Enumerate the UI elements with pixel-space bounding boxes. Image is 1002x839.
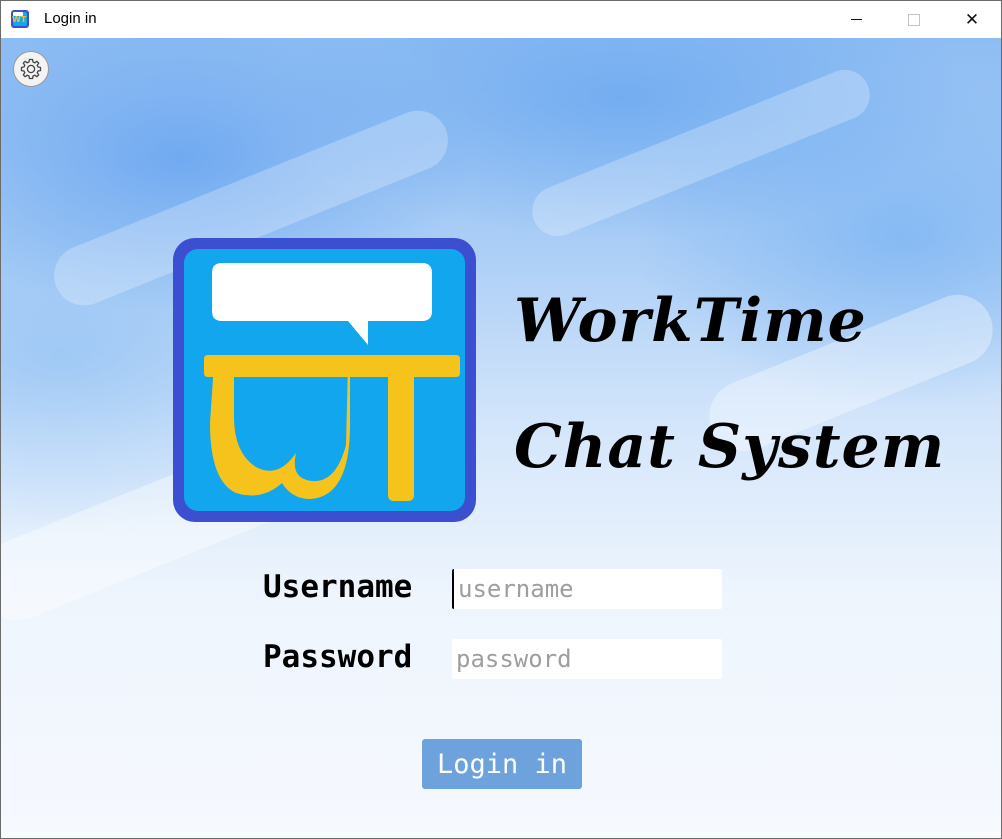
password-label: Password: [263, 639, 413, 675]
maximize-icon: [908, 13, 920, 26]
worktime-logo: [173, 238, 476, 522]
window-title: Login in: [44, 10, 97, 27]
password-input[interactable]: [452, 639, 722, 679]
brand-title-line-2: Chat System: [514, 412, 946, 482]
minimize-button[interactable]: [827, 1, 885, 38]
app-icon: WT: [11, 10, 29, 28]
background-streak: [524, 62, 878, 244]
close-button[interactable]: ✕: [943, 1, 1001, 38]
close-icon: ✕: [964, 9, 980, 30]
title-bar[interactable]: WT Login in ✕: [1, 1, 1001, 38]
maximize-button[interactable]: [885, 1, 943, 38]
gear-icon: [20, 58, 42, 80]
settings-button[interactable]: [13, 51, 49, 87]
minimize-icon: [850, 19, 862, 20]
username-input[interactable]: [452, 569, 722, 609]
username-label: Username: [263, 569, 413, 605]
login-panel: WorkTime Chat System Username Password L…: [1, 38, 1001, 838]
brand-title-line-1: WorkTime: [514, 286, 867, 356]
login-button[interactable]: Login in: [422, 739, 582, 789]
login-window: WT Login in ✕ WorkTime Chat System Usern…: [0, 0, 1002, 839]
